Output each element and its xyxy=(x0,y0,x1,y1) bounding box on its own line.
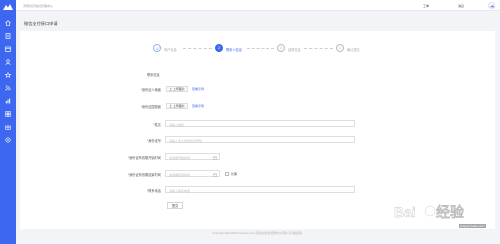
step-label: 商户信息 xyxy=(164,47,177,52)
avatar[interactable] xyxy=(488,2,496,10)
user-icon[interactable] xyxy=(5,59,11,65)
long-term-checkbox[interactable] xyxy=(225,171,229,176)
sidebar xyxy=(0,0,16,244)
id-back-label: *身份证国徽面 xyxy=(140,105,161,109)
valid-end-label: *身份证有效期结束时间 xyxy=(127,173,161,177)
home-icon[interactable] xyxy=(5,20,11,26)
valid-start-date-picker[interactable]: 请选择开始时间 xyxy=(165,153,220,160)
id-front-label: *身份证人像面 xyxy=(140,88,161,92)
settings-icon[interactable] xyxy=(5,137,11,143)
step-connector xyxy=(183,48,212,49)
document-icon[interactable] xyxy=(5,33,11,39)
star-icon[interactable] xyxy=(5,72,11,78)
step-done-check-icon xyxy=(153,44,161,52)
id-number-label: *身份证号 xyxy=(147,139,161,143)
step-number: 4 xyxy=(336,44,344,52)
step-number: 3 xyxy=(277,44,285,52)
step-connector xyxy=(247,48,274,49)
calendar-icon xyxy=(213,155,217,160)
name-placeholder: 请输入姓名 xyxy=(169,123,185,127)
id-front-sample-link[interactable]: 查看示例 xyxy=(192,87,204,91)
step-label: 联系人信息 xyxy=(226,47,242,52)
valid-end-date-picker[interactable]: 请选择结束时间 xyxy=(165,170,220,177)
top-bar: 河南省农信社管理中心 工单 消息 xyxy=(16,0,500,11)
svg-text:Bai: Bai xyxy=(394,204,416,220)
name-label: *姓名 xyxy=(153,123,161,127)
watermark-url: jingyan.baidu.com xyxy=(458,224,486,228)
id-back-upload-button[interactable]: 上 上传图片 xyxy=(166,103,188,109)
step-connector xyxy=(304,48,333,49)
step-label: 结算信息 xyxy=(288,47,301,52)
grid-icon[interactable] xyxy=(5,111,11,117)
step-number: 2 xyxy=(215,44,223,52)
id-front-upload-button[interactable]: 上 上传图片 xyxy=(166,86,188,92)
calendar-icon xyxy=(213,172,217,177)
name-field[interactable]: 请输入姓名 xyxy=(165,120,355,127)
step-label: 确认提交 xyxy=(347,47,360,52)
id-number-field[interactable]: 请输入法人的身份证号码 xyxy=(165,136,355,143)
logo-icon[interactable] xyxy=(3,3,13,10)
gift-icon[interactable] xyxy=(5,124,11,130)
submit-button[interactable]: 提交 xyxy=(167,202,183,209)
phone-field[interactable]: 请输入联系电话 xyxy=(165,186,355,193)
page-title: 微信支付接口申请 xyxy=(24,21,58,26)
rss-icon[interactable] xyxy=(5,85,11,91)
brand-text: 河南省农信社管理中心 xyxy=(23,3,54,8)
work-order-link[interactable]: 工单 xyxy=(423,4,429,8)
footer-copyright: Copyright 2012-2019 hnxuecan.com 河南省农信社管… xyxy=(212,232,303,235)
section-title: 联系信息 xyxy=(147,73,160,77)
id-back-sample-link[interactable]: 查看示例 xyxy=(192,104,204,108)
svg-text:经验: 经验 xyxy=(436,204,465,220)
id-number-placeholder: 请输入法人的身份证号码 xyxy=(169,139,203,143)
calendar-icon[interactable] xyxy=(5,46,11,52)
valid-end-placeholder: 请选择结束时间 xyxy=(169,173,191,177)
baidu-watermark: Bai 经验 jingyan.baidu.com xyxy=(392,200,492,228)
chart-icon[interactable] xyxy=(5,98,11,104)
phone-placeholder: 请输入联系电话 xyxy=(169,189,191,193)
valid-start-label: *身份证有效期开始时间 xyxy=(127,156,161,160)
messages-link[interactable]: 消息 xyxy=(458,4,464,8)
phone-label: *联系电话 xyxy=(147,189,161,193)
valid-start-placeholder: 请选择开始时间 xyxy=(169,156,191,160)
long-term-label: 长期 xyxy=(231,171,238,176)
